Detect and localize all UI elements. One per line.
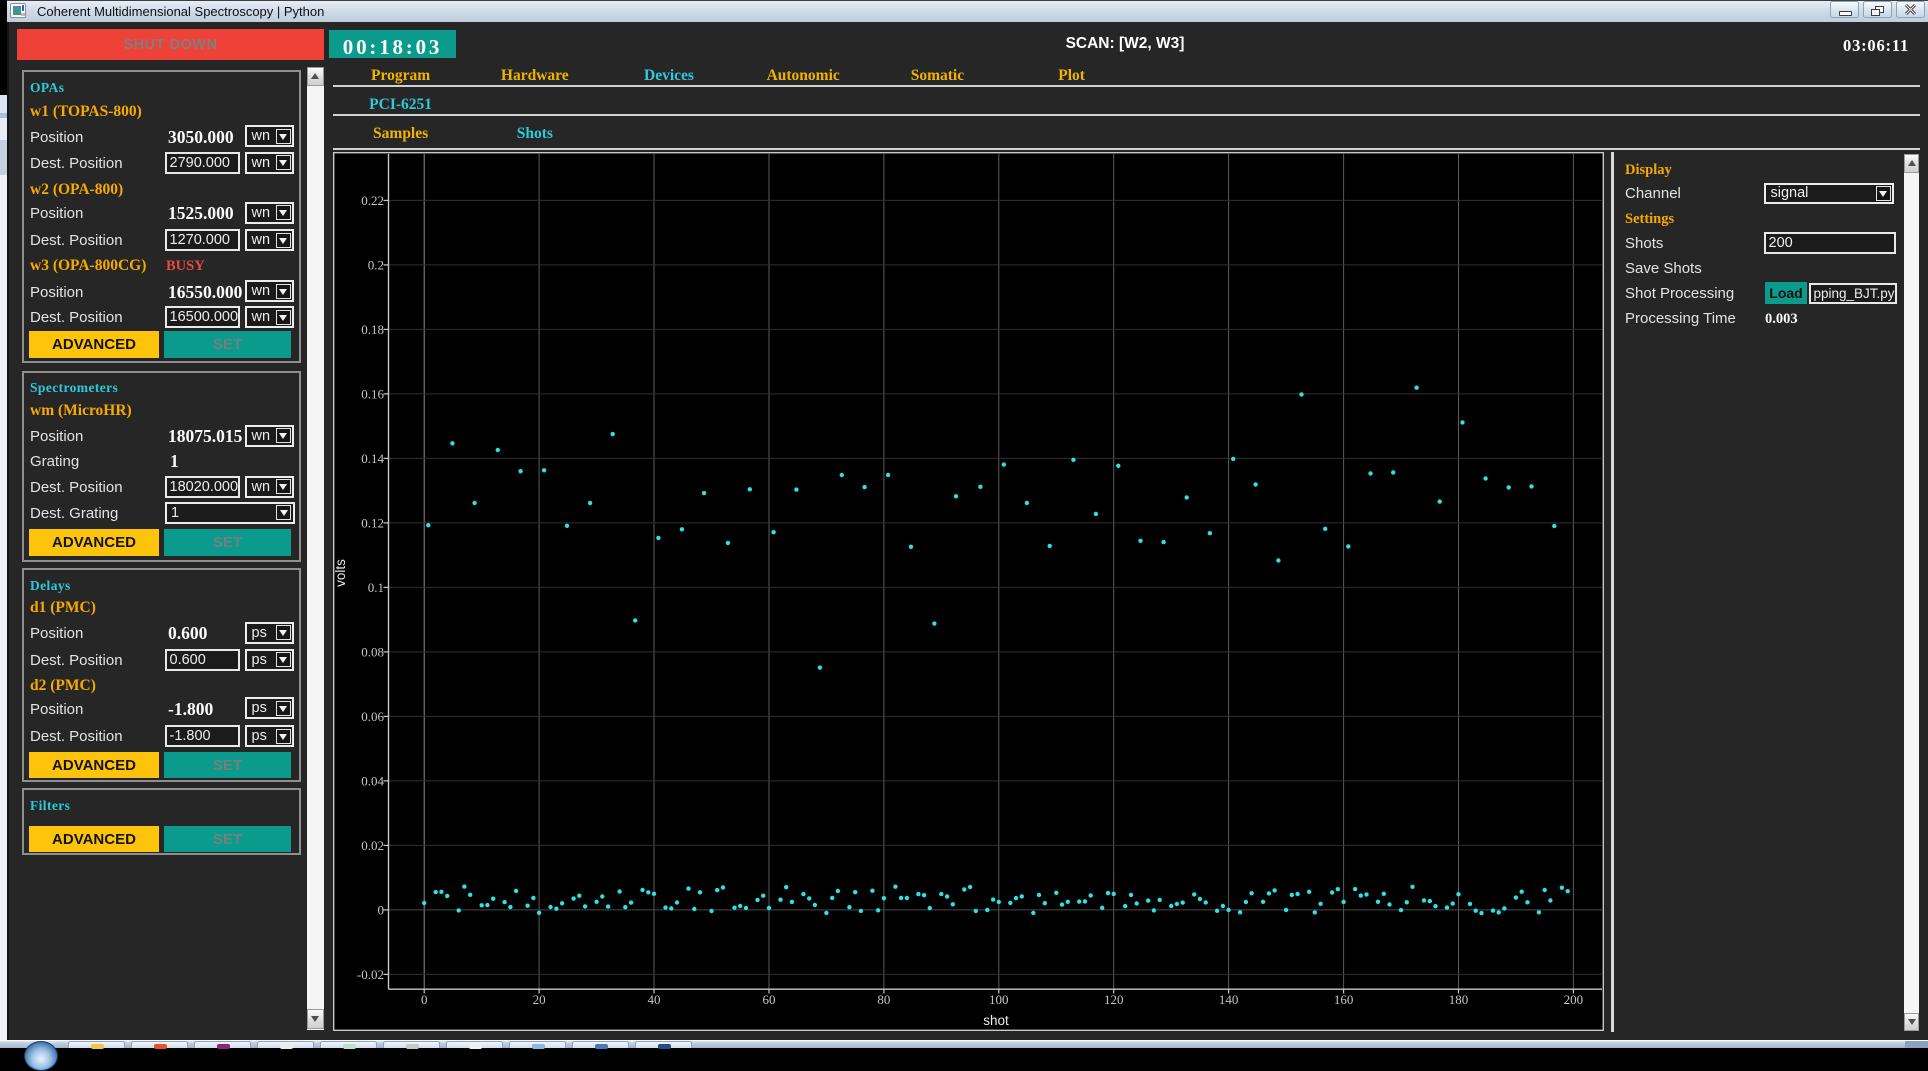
svg-text:0.06: 0.06 [361,709,384,724]
svg-text:0.02: 0.02 [361,838,384,853]
svg-text:shot: shot [983,1013,1009,1028]
svg-text:0.08: 0.08 [361,644,384,659]
svg-text:0: 0 [421,992,428,1007]
svg-text:80: 80 [877,992,890,1007]
svg-text:120: 120 [1104,992,1124,1007]
svg-text:0.2: 0.2 [368,257,384,272]
svg-text:0.12: 0.12 [361,515,384,530]
svg-text:0.1: 0.1 [368,580,384,595]
svg-text:140: 140 [1219,992,1239,1007]
svg-text:0.16: 0.16 [361,386,384,401]
svg-text:0.14: 0.14 [361,451,384,466]
svg-text:0.22: 0.22 [361,193,384,208]
svg-text:0: 0 [378,902,385,917]
svg-text:200: 200 [1564,992,1584,1007]
svg-text:volts: volts [333,559,348,587]
svg-text:0.04: 0.04 [361,773,384,788]
svg-text:20: 20 [533,992,546,1007]
svg-text:0.18: 0.18 [361,322,384,337]
svg-text:-0.02: -0.02 [357,967,384,982]
svg-text:180: 180 [1449,992,1469,1007]
svg-text:100: 100 [989,992,1009,1007]
svg-text:60: 60 [763,992,776,1007]
svg-text:40: 40 [648,992,661,1007]
svg-text:160: 160 [1334,992,1354,1007]
